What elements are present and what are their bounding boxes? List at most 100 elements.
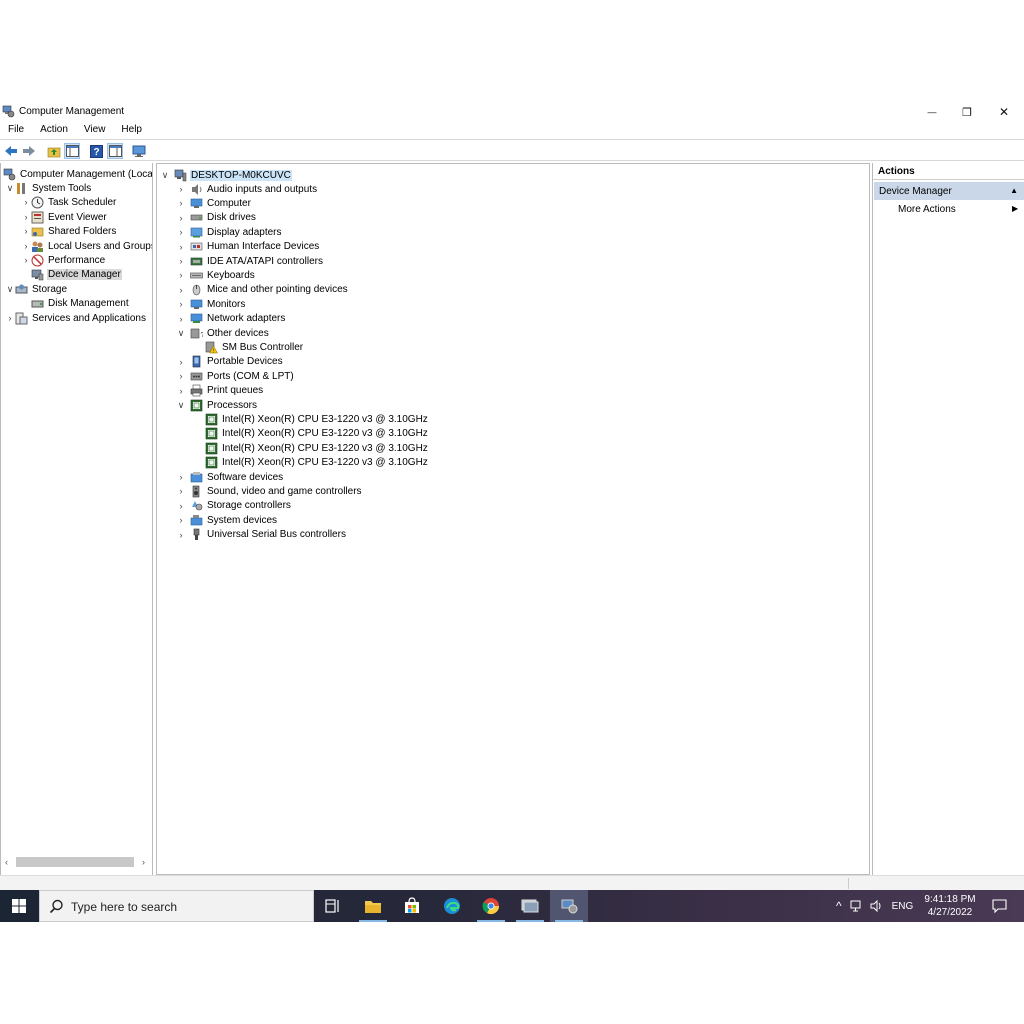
device-category[interactable]: › Mice and other pointing devices <box>176 283 349 297</box>
device-item[interactable]: Intel(R) Xeon(R) CPU E3-1220 v3 @ 3.10GH… <box>201 456 429 470</box>
computer-management-taskbar[interactable] <box>550 890 588 922</box>
up-level-button[interactable] <box>46 143 62 159</box>
tree-item-system-tools[interactable]: ∨ System Tools <box>5 181 92 195</box>
minimize-button[interactable]: — <box>914 103 950 121</box>
device-category[interactable]: › Human Interface Devices <box>176 240 320 254</box>
network-icon[interactable] <box>850 900 864 912</box>
edge-taskbar[interactable] <box>433 890 471 922</box>
tree-item-computer-management[interactable]: Computer Management (Local <box>3 167 152 181</box>
chevron-right-icon[interactable]: › <box>21 226 31 236</box>
tree-item-task-scheduler[interactable]: › Task Scheduler <box>21 195 117 209</box>
back-button[interactable] <box>3 143 19 159</box>
device-category[interactable]: › Disk drives <box>176 211 257 225</box>
volume-icon[interactable] <box>870 900 884 912</box>
scroll-right-icon[interactable]: › <box>142 857 145 867</box>
chevron-down-icon[interactable]: ∨ <box>176 328 186 339</box>
collapse-up-icon[interactable]: ▲ <box>1010 186 1018 195</box>
tree-item-storage[interactable]: ∨ Storage <box>5 282 68 296</box>
tree-item-device-manager[interactable]: Device Manager <box>31 267 122 281</box>
device-category[interactable]: ∨?Other devices <box>176 326 270 340</box>
chevron-right-icon[interactable]: › <box>176 256 186 266</box>
start-button[interactable] <box>0 890 38 922</box>
submenu-arrow-icon[interactable]: ▶ <box>1012 204 1018 213</box>
device-item[interactable]: ! SM Bus Controller <box>201 340 304 354</box>
remote-desktop-taskbar[interactable] <box>511 890 549 922</box>
show-hide-action-pane-button[interactable] <box>107 143 123 159</box>
device-category[interactable]: › Software devices <box>176 470 284 484</box>
device-item[interactable]: Intel(R) Xeon(R) CPU E3-1220 v3 @ 3.10GH… <box>201 441 429 455</box>
device-item[interactable]: Intel(R) Xeon(R) CPU E3-1220 v3 @ 3.10GH… <box>201 412 429 426</box>
chevron-right-icon[interactable]: › <box>176 486 186 496</box>
chevron-right-icon[interactable]: › <box>176 299 186 309</box>
device-category[interactable]: › Print queues <box>176 384 264 398</box>
chevron-right-icon[interactable]: › <box>176 270 186 280</box>
monitor-button[interactable] <box>131 143 147 159</box>
chevron-right-icon[interactable]: › <box>176 285 186 295</box>
store-taskbar[interactable] <box>393 890 431 922</box>
device-item[interactable]: Intel(R) Xeon(R) CPU E3-1220 v3 @ 3.10GH… <box>201 427 429 441</box>
device-root[interactable]: ∨ DESKTOP-M0KCUVC <box>160 168 292 182</box>
tree-item-disk-management[interactable]: Disk Management <box>31 296 130 310</box>
chevron-right-icon[interactable]: › <box>176 501 186 511</box>
device-category[interactable]: › Computer <box>176 196 252 210</box>
chevron-right-icon[interactable]: › <box>21 241 31 251</box>
taskbar-search[interactable]: Type here to search <box>39 890 314 922</box>
device-category[interactable]: › Universal Serial Bus controllers <box>176 528 347 542</box>
close-button[interactable]: ✕ <box>986 103 1022 121</box>
chevron-right-icon[interactable]: › <box>176 386 186 396</box>
chevron-right-icon[interactable]: › <box>21 197 31 207</box>
chevron-right-icon[interactable]: › <box>176 371 186 381</box>
show-hidden-icons-button[interactable]: ^ <box>836 899 842 913</box>
chevron-right-icon[interactable]: › <box>176 184 186 194</box>
device-category[interactable]: › Display adapters <box>176 225 282 239</box>
language-indicator[interactable]: ENG <box>892 901 914 912</box>
tree-item-event-viewer[interactable]: › Event Viewer <box>21 210 108 224</box>
actions-section-device-manager[interactable]: Device Manager ▲ <box>874 182 1024 200</box>
chevron-right-icon[interactable]: › <box>176 213 186 223</box>
device-category[interactable]: › Storage controllers <box>176 499 292 513</box>
help-button[interactable]: ? <box>88 143 104 159</box>
notifications-button[interactable] <box>980 890 1018 922</box>
menu-help[interactable]: Help <box>113 123 150 137</box>
menu-file[interactable]: File <box>0 123 32 137</box>
chevron-right-icon[interactable]: › <box>176 515 186 525</box>
maximize-button[interactable]: ❐ <box>949 103 985 121</box>
chevron-right-icon[interactable]: › <box>176 227 186 237</box>
file-explorer-taskbar[interactable] <box>354 890 392 922</box>
clock[interactable]: 9:41:18 PM 4/27/2022 <box>920 893 980 919</box>
tree-item-local-users[interactable]: › Local Users and Groups <box>21 239 152 253</box>
tree-item-shared-folders[interactable]: › Shared Folders <box>21 224 117 238</box>
chevron-right-icon[interactable]: › <box>176 357 186 367</box>
task-view-button[interactable] <box>314 890 352 922</box>
scroll-thumb[interactable] <box>16 857 134 867</box>
chevron-down-icon[interactable]: ∨ <box>160 170 170 181</box>
chevron-right-icon[interactable]: › <box>5 313 15 323</box>
device-category[interactable]: › IDE ATA/ATAPI controllers <box>176 254 324 268</box>
tree-item-performance[interactable]: › Performance <box>21 253 106 267</box>
forward-button[interactable] <box>21 143 37 159</box>
device-category[interactable]: › Network adapters <box>176 312 286 326</box>
chevron-right-icon[interactable]: › <box>176 242 186 252</box>
device-category[interactable]: › Keyboards <box>176 268 256 282</box>
chevron-down-icon[interactable]: ∨ <box>176 400 186 411</box>
device-category[interactable]: › Monitors <box>176 297 246 311</box>
scroll-left-icon[interactable]: ‹ <box>5 857 8 867</box>
show-hide-tree-button[interactable] <box>64 143 80 159</box>
chevron-right-icon[interactable]: › <box>176 198 186 208</box>
menu-view[interactable]: View <box>76 123 114 137</box>
chrome-taskbar[interactable] <box>472 890 510 922</box>
device-category[interactable]: ∨ Processors <box>176 398 258 412</box>
device-category[interactable]: › Audio inputs and outputs <box>176 182 318 196</box>
device-category[interactable]: › Sound, video and game controllers <box>176 484 363 498</box>
chevron-right-icon[interactable]: › <box>176 472 186 482</box>
chevron-down-icon[interactable]: ∨ <box>5 284 15 295</box>
chevron-right-icon[interactable]: › <box>176 314 186 324</box>
more-actions-link[interactable]: More Actions <box>898 204 956 215</box>
chevron-right-icon[interactable]: › <box>21 255 31 265</box>
device-category[interactable]: › System devices <box>176 513 278 527</box>
device-category[interactable]: › Ports (COM & LPT) <box>176 369 295 383</box>
chevron-right-icon[interactable]: › <box>176 530 186 540</box>
menu-action[interactable]: Action <box>32 123 76 137</box>
device-category[interactable]: › Portable Devices <box>176 355 284 369</box>
chevron-down-icon[interactable]: ∨ <box>5 183 15 194</box>
